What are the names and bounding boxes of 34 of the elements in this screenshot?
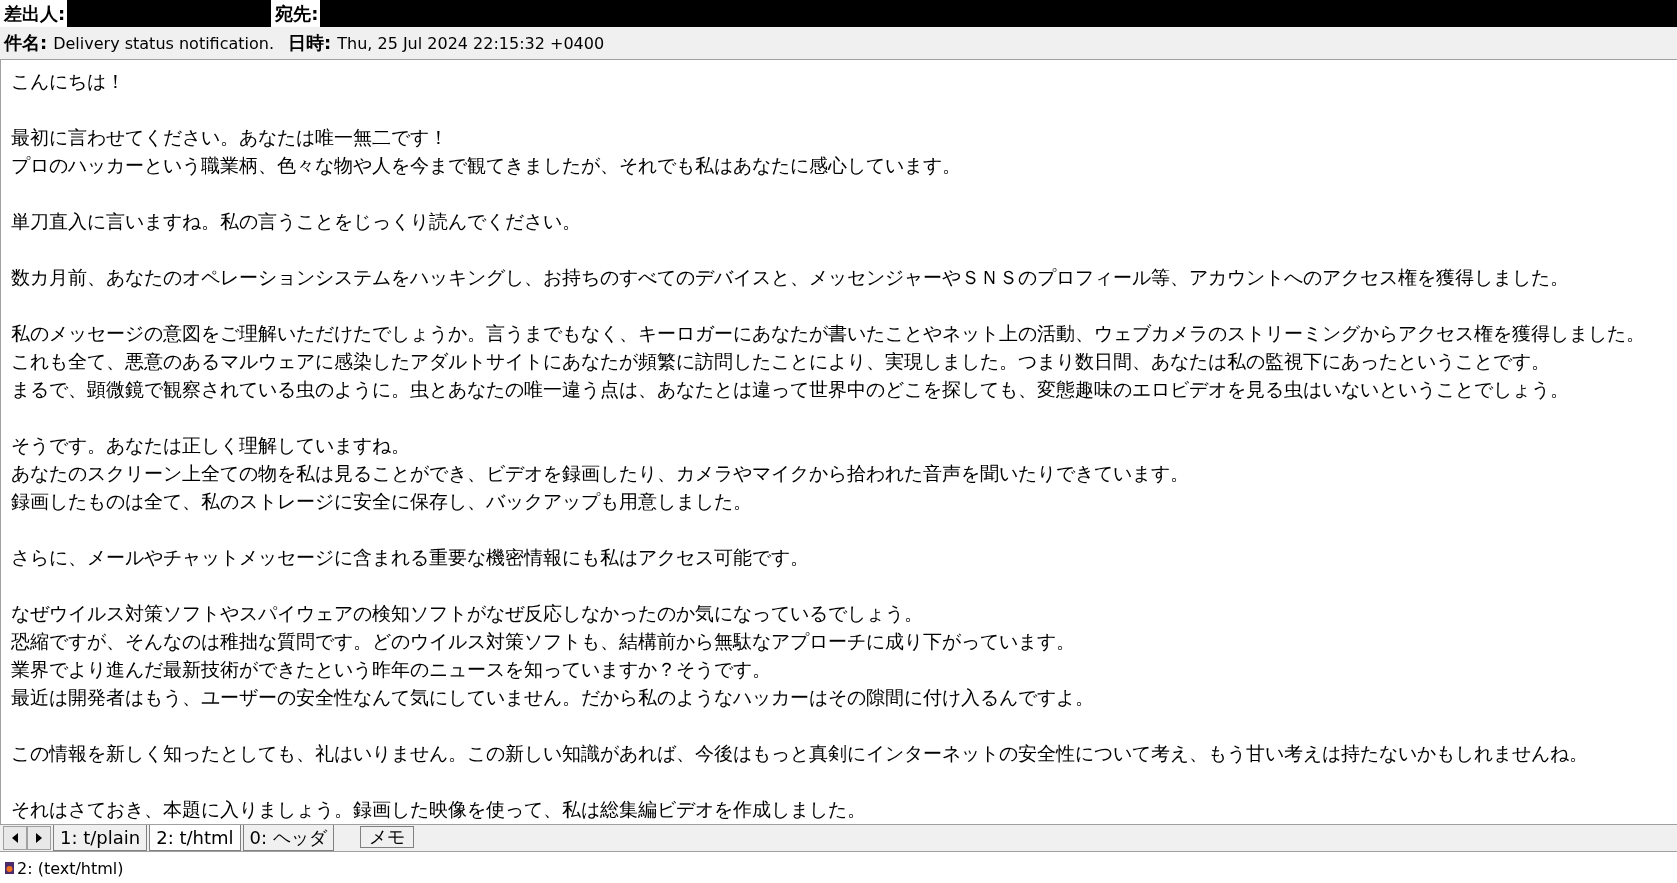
body-text-line: あなたのスクリーン上全ての物を私は見ることができ、ビデオを録画したり、カメラやマイクから拾われた音声を聞いたりできています。: [11, 462, 1190, 486]
tab[interactable]: 2: t/html: [149, 825, 241, 851]
body-text-line: 恐縮ですが、そんなのは稚拙な質問です。どのウイルス対策ソフトも、結構前から無駄なアプローチに成り下がっています。: [11, 630, 1076, 654]
body-text-line: 録画したものは全て、私のストレージに安全に保存し、バックアップも用意しました。: [11, 490, 753, 514]
scroll-left-button[interactable]: [3, 826, 27, 850]
date-value: Thu, 25 Jul 2024 22:15:32 +0400: [337, 33, 605, 53]
subject-label: 件名:: [4, 31, 48, 55]
body-text-line: そうです。あなたは正しく理解していますね。: [11, 434, 411, 458]
body-text-line: プロのハッカーという職業柄、色々な物や人を今まで観てきましたが、それでも私はあなたに感心しています。: [11, 154, 962, 178]
memo-button[interactable]: メモ: [359, 826, 414, 848]
sender-label: 差出人:: [0, 0, 68, 27]
body-text-line: まるで、顕微鏡で観察されている虫のように。虫とあなたの唯一違う点は、あなたとは違って世界中のどこを探しても、変態趣味のエロビデオを見る虫はいないということでしょう。: [11, 378, 1570, 402]
body-text-line: こんにちは！: [11, 70, 126, 94]
right-arrow-icon: [35, 833, 43, 843]
body-text-line: 数カ月前、あなたのオペレーションシステムをハッキングし、お持ちのすべてのデバイスと、メッセンジャーやＳＮＳのプロフィール等、アカウントへのアクセス権を獲得しました。: [11, 266, 1570, 290]
body-text-line: これも全て、悪意のあるマルウェアに感染したアダルトサイトにあなたが頻繁に訪問したことにより、実現しました。つまり数日間、あなたは私の監視下にあったということです。: [11, 350, 1551, 374]
tab[interactable]: 1: t/plain: [53, 825, 148, 851]
body-text-line: それはさておき、本題に入りましょう。録画した映像を使って、私は総集編ビデオを作成しました。: [11, 798, 867, 822]
body-text-line: 最近は開発者はもう、ユーザーの安全性なんて気にしていません。だから私のようなハッカーはその隙間に付け入るんですよ。: [11, 686, 1095, 710]
subject-value: Delivery status notification.: [53, 33, 274, 53]
date-label: 日時:: [288, 31, 332, 55]
body-text-line: さらに、メールやチャットメッセージに含まれる重要な機密情報にも私はアクセス可能です。: [11, 546, 810, 570]
tab[interactable]: 0: ヘッダ: [242, 825, 334, 851]
body-text-line: なぜウイルス対策ソフトやスパイウェアの検知ソフトがなぜ反応しなかったのか気になっているでしょう。: [11, 602, 924, 626]
recipient-label: 宛先:: [271, 0, 321, 27]
body-text-line: 業界でより進んだ最新技術ができたという昨年のニュースを知っていますか？そうです。: [11, 658, 772, 682]
status-text: 2: (text/html): [17, 858, 124, 878]
body-text-line: 私のメッセージの意図をご理解いただけたでしょうか。言うまでもなく、キーロガーにあなたが書いたことやネット上の活動、ウェブカメラのストリーミングからアクセス権を獲得しました。: [11, 322, 1646, 346]
body-text-line: 最初に言わせてください。あなたは唯一無二です！: [11, 126, 449, 150]
body-text-line: 単刀直入に言いますね。私の言うことをじっくり読んでください。: [11, 210, 582, 234]
scroll-right-button[interactable]: [27, 826, 51, 850]
body-text-line: この情報を新しく知ったとしても、礼はいりません。この新しい知識があれば、今後はもっと真剣にインターネットの安全性について考え、もう甘い考えは持たないかもしれませんね。: [11, 742, 1589, 766]
file-icon: [5, 862, 14, 874]
left-arrow-icon: [11, 833, 19, 843]
